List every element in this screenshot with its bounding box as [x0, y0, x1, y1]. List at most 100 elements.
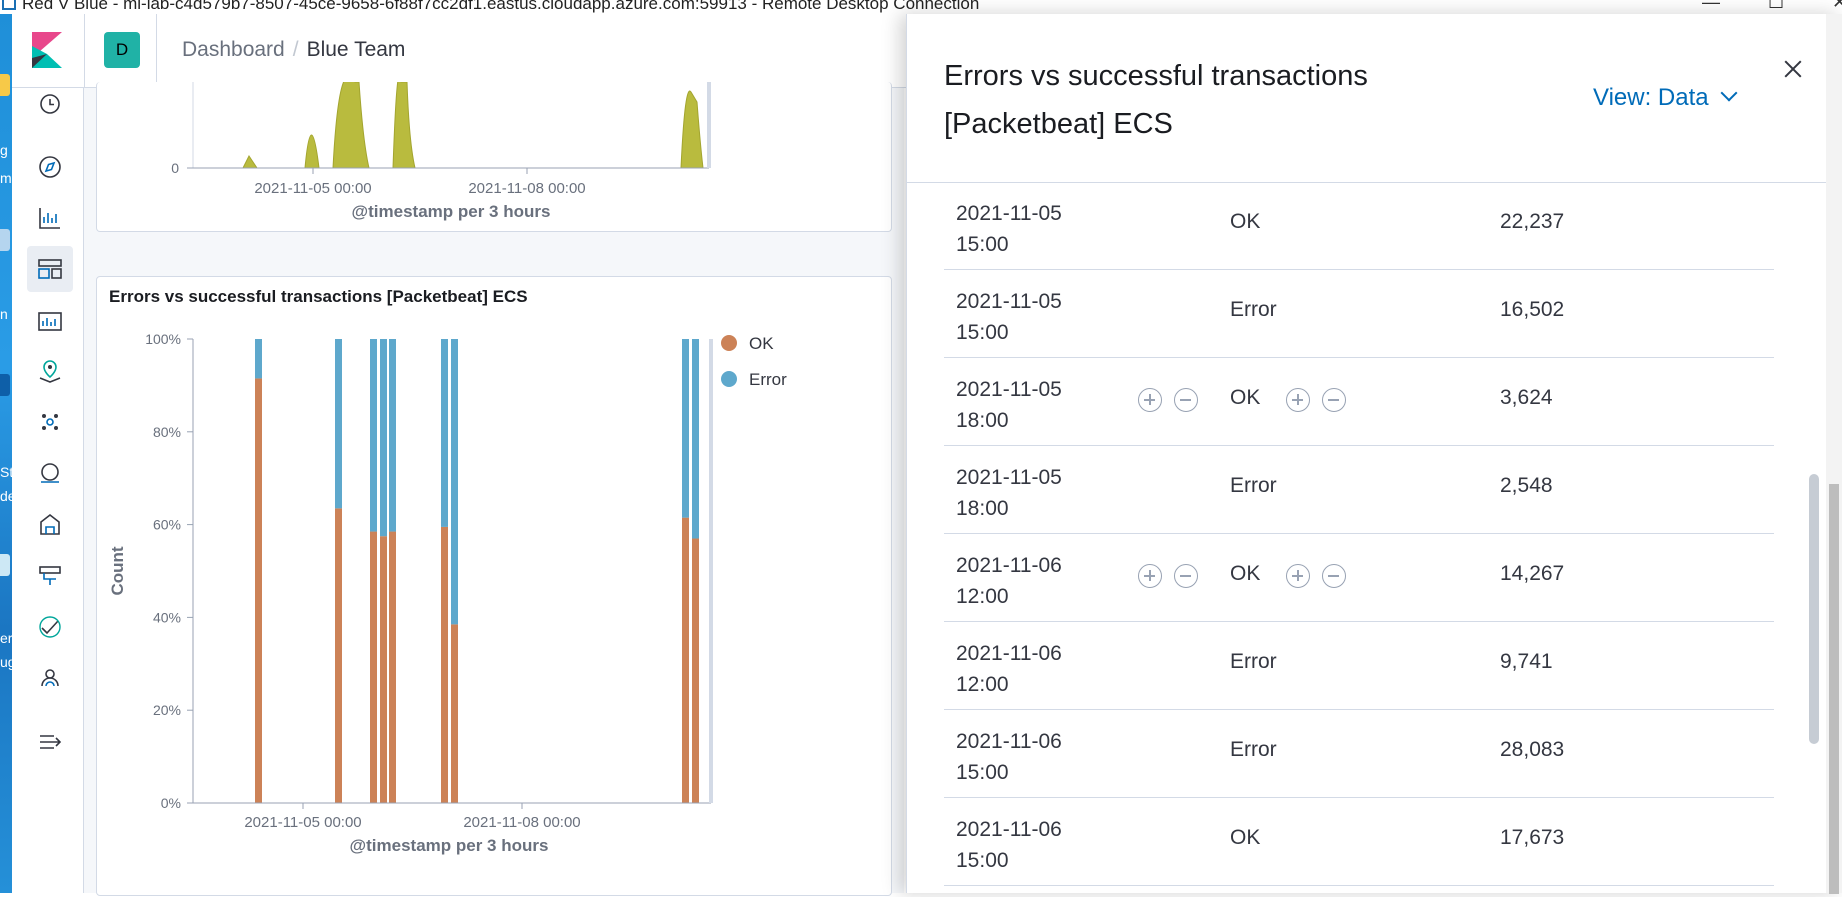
filter-in-icon[interactable]	[1138, 564, 1162, 588]
header-divider	[84, 14, 85, 88]
bar-ok[interactable]	[451, 624, 458, 803]
filter-out-icon[interactable]	[1322, 388, 1346, 412]
host-desktop-icon[interactable]	[0, 74, 10, 96]
flyout-title: Errors vs successful transactions [Packe…	[944, 52, 1504, 148]
bar-error[interactable]	[389, 339, 396, 532]
data-table: 2021-11-05 15:00 OK 22,237 2021-11-05 15:00…	[944, 184, 1774, 893]
bar-error[interactable]	[692, 339, 699, 539]
cell-timestamp: 2021-11-06 12:00	[956, 554, 1062, 608]
y-tick-label: 0	[171, 160, 179, 176]
table-row: 2021-11-06 15:00 OK 17,673	[944, 798, 1774, 886]
x-tick-label: 2021-11-08 00:00	[468, 180, 585, 197]
cell-timestamp: 2021-11-06 15:00	[956, 730, 1062, 784]
bar-error[interactable]	[441, 339, 448, 527]
flyout-scrollbar[interactable]	[1809, 474, 1819, 744]
filter-in-icon[interactable]	[1286, 564, 1310, 588]
bar-error[interactable]	[682, 339, 689, 518]
cell-timestamp: 2021-11-05 15:00	[956, 290, 1062, 344]
bar-ok[interactable]	[255, 378, 262, 803]
siem-icon[interactable]	[34, 662, 66, 694]
bar-ok[interactable]	[441, 526, 448, 803]
area-chart: 0 2021-11-05 00:00 2021-11-08 00:00 @tim…	[171, 82, 711, 221]
bar-ok[interactable]	[692, 538, 699, 803]
close-flyout-button[interactable]	[1779, 56, 1807, 84]
uptime-icon[interactable]	[34, 611, 66, 643]
breadcrumb: Dashboard / Blue Team	[182, 38, 405, 62]
host-text-fragment: g	[0, 142, 8, 158]
filter-in-icon[interactable]	[1286, 388, 1310, 412]
table-row: 2021-11-05 15:00 Error 16,502	[944, 270, 1774, 358]
machine-learning-icon[interactable]	[34, 406, 66, 438]
kibana-logo-icon[interactable]	[32, 32, 62, 68]
legend-label-ok[interactable]: OK	[749, 334, 774, 353]
timestamp-area-panel: 0 2021-11-05 00:00 2021-11-08 00:00 @tim…	[96, 82, 892, 232]
filter-out-icon[interactable]	[1174, 388, 1198, 412]
legend-swatch-error[interactable]	[721, 371, 737, 387]
cell-status: OK	[1230, 562, 1261, 585]
cell-timestamp: 2021-11-05 18:00	[956, 466, 1062, 520]
inspect-flyout: Errors vs successful transactions [Packe…	[906, 14, 1842, 893]
host-desktop-icon[interactable]	[0, 554, 10, 576]
cell-status: OK	[1230, 210, 1261, 233]
breadcrumb-blue-team: Blue Team	[306, 38, 406, 61]
canvas-icon[interactable]	[34, 305, 66, 337]
area-peak[interactable]	[242, 155, 258, 169]
apm-icon[interactable]	[34, 560, 66, 592]
y-tick-label: 0%	[161, 795, 181, 811]
area-peak[interactable]	[304, 134, 320, 169]
bar-ok[interactable]	[380, 536, 387, 803]
bar-error[interactable]	[370, 339, 377, 532]
page-scrollbar[interactable]	[1826, 14, 1842, 894]
table-row: 2021-11-05 18:00 Error 2,548	[944, 446, 1774, 534]
space-avatar[interactable]: D	[104, 32, 140, 68]
area-peak[interactable]	[332, 82, 370, 169]
filter-in-icon[interactable]	[1138, 388, 1162, 412]
visualize-chart-icon[interactable]	[34, 202, 66, 234]
bar-error[interactable]	[255, 339, 262, 379]
bar-ok[interactable]	[389, 531, 396, 803]
bar-error[interactable]	[380, 339, 387, 537]
host-text-fragment: er	[0, 630, 13, 646]
bar-ok[interactable]	[370, 531, 377, 803]
legend-label-error[interactable]: Error	[749, 370, 787, 389]
maximize-button[interactable]: ☐	[1768, 0, 1784, 13]
filter-out-icon[interactable]	[1322, 564, 1346, 588]
flyout-title-line: Errors vs successful transactions	[944, 60, 1368, 92]
cell-status: Error	[1230, 298, 1277, 321]
discover-compass-icon[interactable]	[34, 151, 66, 183]
filter-out-icon[interactable]	[1174, 564, 1198, 588]
maps-icon[interactable]	[34, 355, 66, 387]
window-title: Red V Blue - ml-lab-c4d579b7-8507-45ce-9…	[22, 0, 980, 13]
infrastructure-icon[interactable]	[34, 457, 66, 489]
expand-nav-icon[interactable]	[34, 726, 66, 758]
cell-status: OK	[1230, 386, 1261, 409]
host-desktop-icon[interactable]	[0, 229, 10, 251]
table-row: 2021-11-05 18:00 OK 3,624	[944, 358, 1774, 446]
view-data-dropdown[interactable]: View: Data	[1593, 84, 1738, 112]
bar-error[interactable]	[451, 339, 458, 625]
dashboard-icon[interactable]	[27, 246, 73, 292]
x-tick-label: 2021-11-08 00:00	[463, 814, 580, 831]
bar-ok[interactable]	[335, 508, 342, 803]
x-tick-label: 2021-11-05 00:00	[244, 814, 361, 831]
page-scrollbar-thumb[interactable]	[1829, 484, 1839, 894]
legend-swatch-ok[interactable]	[721, 335, 737, 351]
cell-count: 14,267	[1500, 562, 1565, 585]
host-desktop-icon[interactable]	[0, 374, 10, 396]
rdp-app-icon	[2, 0, 16, 10]
flyout-header: Errors vs successful transactions [Packe…	[907, 14, 1842, 183]
chevron-down-icon	[1720, 84, 1738, 102]
bar-ok[interactable]	[682, 517, 689, 803]
breadcrumb-dashboard[interactable]: Dashboard	[182, 38, 285, 61]
y-tick-label: 100%	[145, 331, 181, 347]
logs-icon[interactable]	[34, 509, 66, 541]
host-desktop-strip: g m n St de er ug	[0, 14, 16, 893]
legend: OK Error	[721, 334, 787, 389]
host-text-fragment: m	[0, 170, 12, 186]
minimize-button[interactable]: —	[1702, 0, 1720, 13]
area-peak[interactable]	[680, 90, 704, 169]
recently-viewed-clock-icon[interactable]	[34, 88, 66, 120]
close-window-button[interactable]: ✕	[1832, 0, 1842, 13]
area-peak[interactable]	[392, 82, 416, 169]
bar-error[interactable]	[335, 339, 342, 509]
